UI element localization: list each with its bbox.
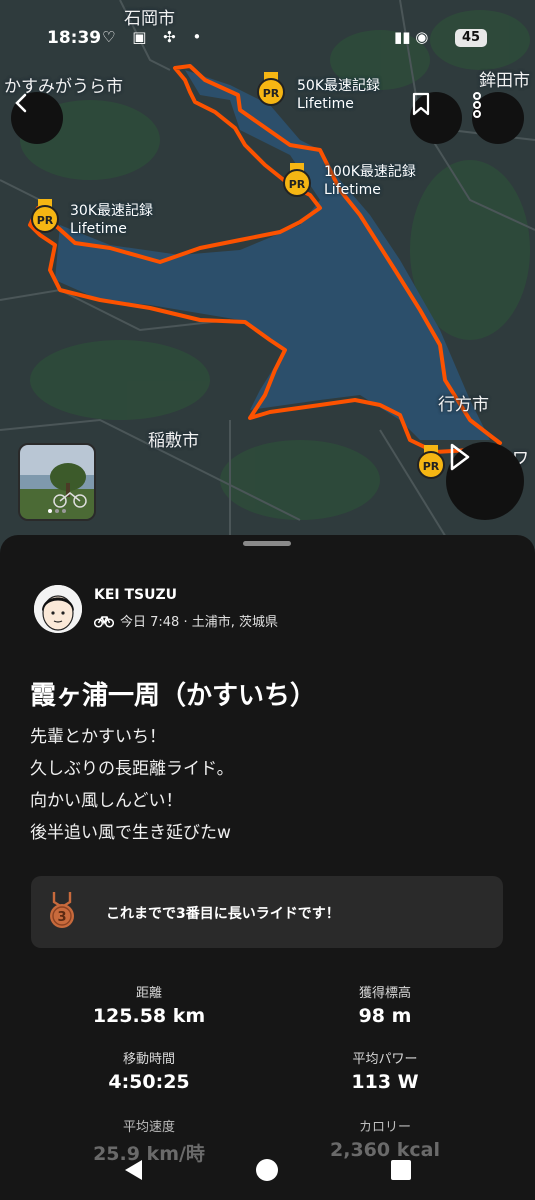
bookmark-button[interactable] <box>410 92 462 144</box>
pr-sub: Lifetime <box>324 182 381 198</box>
stat-label: 獲得標高 <box>358 986 411 1001</box>
photo-image <box>20 445 94 519</box>
pr-badge-text: PR <box>37 214 54 227</box>
play-flyover-button[interactable] <box>446 442 524 520</box>
sheet-drag-handle[interactable] <box>243 541 291 546</box>
activity-meta: 今日 7:48 · 土浦市, 茨城県 <box>94 611 278 630</box>
activity-description: 先輩とかすいち！ 久しぶりの長距離ライド。 向かい風しんどい！ 後半追い風で生き… <box>30 721 234 849</box>
achievement-text: これまでで3番目に長いライドです！ <box>106 906 340 922</box>
signal-wifi-icon: ▮▮ ◉ <box>394 28 429 46</box>
nav-back-icon[interactable] <box>122 1158 144 1182</box>
pr-badge-icon[interactable]: PR <box>282 163 312 197</box>
stat-label: 移動時間 <box>122 1052 175 1067</box>
bronze-medal-icon: 3 <box>50 892 74 928</box>
status-bar: 18:39 ♡ ▣ ✣ • ▮▮ ◉ 45 <box>0 0 535 76</box>
description-line: 向かい風しんどい！ <box>30 791 183 811</box>
activity-sheet: KEI TSUZU 今日 7:48 · 土浦市, 茨城県 霞ヶ浦一周（かすいち）… <box>0 535 535 1200</box>
avatar-image <box>34 585 82 633</box>
chevron-left-icon <box>15 93 27 113</box>
description-line: 久しぶりの長距離ライド。 <box>30 759 234 779</box>
play-icon <box>450 443 470 471</box>
achievement-banner[interactable]: 3 これまでで3番目に長いライドです！ <box>31 876 503 948</box>
bike-icon <box>94 615 114 628</box>
pr-badge-icon[interactable]: PR <box>30 199 60 233</box>
stat-value: 113 W <box>351 1071 419 1093</box>
pr-title: 50K最速記録 <box>297 78 380 94</box>
description-line: 後半追い風で生き延びたw <box>30 823 231 843</box>
map-label-namegata: 行方市 <box>438 395 489 415</box>
stat-value: 125.58 km <box>92 1005 206 1027</box>
activity-meta-text: 今日 7:48 · 土浦市, 茨城県 <box>120 615 278 630</box>
back-button[interactable] <box>11 92 63 144</box>
nav-home-icon[interactable] <box>255 1158 279 1182</box>
pr-badge-text: PR <box>263 87 280 100</box>
notification-icons: ♡ ▣ ✣ • <box>102 28 208 46</box>
description-line: 先輩とかすいち！ <box>30 727 166 747</box>
stat-value: 98 m <box>358 1005 412 1027</box>
activity-title: 霞ヶ浦一周（かすいち） <box>30 681 317 711</box>
status-time: 18:39 <box>47 28 102 48</box>
battery-icon: 45 <box>455 29 487 47</box>
pr-title: 100K最速記録 <box>324 164 416 180</box>
pr-badge-icon[interactable]: PR <box>416 445 446 479</box>
pr-badge-icon[interactable]: PR <box>256 72 286 106</box>
nav-recents-icon[interactable] <box>390 1159 412 1181</box>
stat-avg-power: 平均パワー 113 W <box>275 1048 495 1093</box>
stat-label: 平均速度 <box>122 1120 175 1135</box>
stat-label: 距離 <box>135 986 162 1001</box>
system-nav-bar <box>0 1140 535 1200</box>
stat-moving-time: 移動時間 4:50:25 <box>39 1048 259 1093</box>
pr-label-50k: 50K最速記録 Lifetime <box>297 77 380 113</box>
pr-badge-text: PR <box>423 460 440 473</box>
map-label-inashiki: 稲敷市 <box>148 431 199 451</box>
pr-sub: Lifetime <box>297 96 354 112</box>
more-vertical-icon <box>473 92 481 118</box>
pr-label-100k: 100K最速記録 Lifetime <box>324 163 416 199</box>
route-map[interactable]: 石岡市 かすみがうら市 鉾田市 行方市 稲敷市 ワ PR 50K最速記録 Lif… <box>0 0 535 560</box>
pr-title: 30K最速記録 <box>70 203 153 219</box>
photo-thumbnail[interactable] <box>18 443 96 521</box>
pr-badge-text: PR <box>289 178 306 191</box>
bookmark-icon <box>412 92 430 116</box>
athlete-name[interactable]: KEI TSUZU <box>94 587 177 603</box>
stat-value: 4:50:25 <box>108 1071 190 1093</box>
stat-label: カロリー <box>358 1120 411 1135</box>
more-options-button[interactable] <box>472 92 524 144</box>
medal-rank-text: 3 <box>57 910 66 925</box>
avatar[interactable] <box>34 585 82 633</box>
pr-label-30k: 30K最速記録 Lifetime <box>70 202 153 238</box>
stat-elevation: 獲得標高 98 m <box>275 982 495 1027</box>
pr-sub: Lifetime <box>70 221 127 237</box>
stat-distance: 距離 125.58 km <box>39 982 259 1027</box>
stat-label: 平均パワー <box>352 1052 418 1067</box>
